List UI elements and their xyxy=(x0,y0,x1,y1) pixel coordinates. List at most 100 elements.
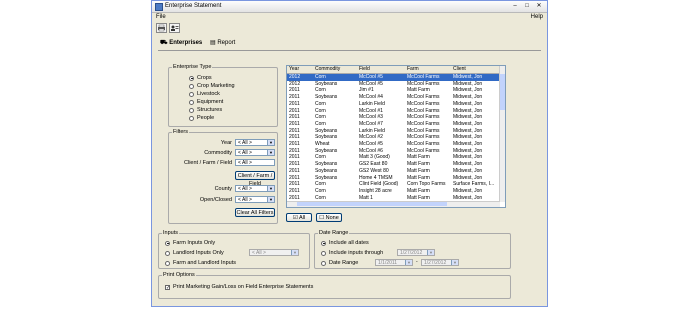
group-label: Inputs xyxy=(162,230,179,236)
radio-label: Crops xyxy=(197,75,212,81)
menu-help[interactable]: Help xyxy=(531,14,543,20)
from-date-picker[interactable]: 1/1/2011 ▼ xyxy=(375,259,413,266)
county-select[interactable]: < All > ▼ xyxy=(235,185,275,192)
printer-icon xyxy=(158,24,165,32)
horizontal-scrollbar[interactable] xyxy=(287,201,500,207)
tab-enterprises[interactable]: ⛟ Enterprises xyxy=(158,38,205,49)
radio-dot xyxy=(321,240,326,246)
radio-crop-marketing[interactable]: Crop Marketing xyxy=(189,83,235,89)
chevron-down-icon: ▼ xyxy=(267,150,274,155)
checkbox-box: ✓ xyxy=(165,284,171,291)
table-row[interactable]: 2012 Soybeans McCool #5 McCool Farms Midwest… xyxy=(287,81,501,88)
radio-label: Structures xyxy=(197,107,223,113)
radio-landlord-inputs-only[interactable]: Landlord Inputs Only xyxy=(165,250,224,256)
radio-dot xyxy=(321,260,326,266)
button-label: All xyxy=(299,215,306,221)
table-row[interactable]: 2012 Corn McCool #5 McCool Farms Midwest, Jo… xyxy=(287,74,501,81)
close-button[interactable]: ✕ xyxy=(533,2,545,10)
user-button[interactable] xyxy=(169,23,180,33)
radio-dot xyxy=(165,260,170,266)
radio-date-range[interactable]: Date Range xyxy=(321,260,358,266)
radio-include-all-dates[interactable]: Include all dates xyxy=(321,240,369,246)
table-row[interactable]: 2011 Soybeans Larkin Field McCool Farms Midw… xyxy=(287,128,501,135)
tab-label: Enterprises xyxy=(169,40,203,46)
filters-group: Filters Year < All > ▼ Commodity < All > ▼… xyxy=(168,129,278,224)
year-label: Year xyxy=(220,140,232,146)
date-value: 1/27/2012 xyxy=(400,250,423,256)
table-row[interactable]: 2011 Corn Insight 28 acre Matt Farm Midwest,… xyxy=(287,188,501,195)
tab-strip: ⛟ Enterprises ▤ Report xyxy=(158,38,541,51)
clear-all-filters-button[interactable]: Clear All Filters xyxy=(235,208,275,217)
table-row[interactable]: 2011 Wheat McCool #5 McCool Farms Midwest, J… xyxy=(287,141,501,148)
scroll-thumb[interactable] xyxy=(297,202,447,206)
radio-structures[interactable]: Structures xyxy=(189,107,222,113)
open-closed-select[interactable]: < All > ▼ xyxy=(235,196,275,203)
table-row[interactable]: 2011 Soybeans McCool #6 McCool Farms Midwest… xyxy=(287,148,501,155)
to-date-picker[interactable]: 1/27/2012 ▼ xyxy=(421,259,459,266)
enterprises-tab-icon: ⛟ xyxy=(160,40,168,46)
group-label: Date Range xyxy=(318,230,350,236)
radio-dot xyxy=(189,115,194,121)
scroll-thumb[interactable] xyxy=(500,74,505,110)
open-closed-label: Open/Closed xyxy=(199,197,232,203)
table-row[interactable]: 2011 Corn McCool #3 McCool Farms Midwest, Jo… xyxy=(287,114,501,121)
menu-file[interactable]: File xyxy=(156,14,166,20)
radio-dot xyxy=(189,75,194,81)
table-row[interactable]: 2011 Corn McCool #7 McCool Farms Midwest, Jo… xyxy=(287,121,501,128)
select-value: < All > xyxy=(252,250,266,256)
radio-label: Include inputs through xyxy=(329,250,384,256)
commodity-select[interactable]: < All > ▼ xyxy=(235,149,275,156)
table-row[interactable]: 2011 Soybeans GS2 East 80 Matt Farm Midwest,… xyxy=(287,161,501,168)
table-row[interactable]: 2011 Soybeans Home 4 TMSM Matt Farm Midwest,… xyxy=(287,175,501,182)
radio-label: Livestock xyxy=(197,91,220,97)
table-row[interactable]: 2011 Corn McCool #1 McCool Farms Midwest, Jo… xyxy=(287,108,501,115)
radio-livestock[interactable]: Livestock xyxy=(189,91,220,97)
column-header-commodity[interactable]: Commodity xyxy=(315,66,359,73)
radio-farm-and-landlord-inputs[interactable]: Farm and Landlord Inputs xyxy=(165,260,236,266)
landlord-select[interactable]: < All > ▼ xyxy=(249,249,299,256)
client-farm-field-button[interactable]: Client / Farm / Field xyxy=(235,171,275,187)
radio-farm-inputs-only[interactable]: Farm Inputs Only xyxy=(165,240,215,246)
radio-people[interactable]: People xyxy=(189,115,214,121)
chevron-down-icon: ▼ xyxy=(267,197,274,202)
radio-equipment[interactable]: Equipment xyxy=(189,99,223,105)
county-label: County xyxy=(214,186,232,192)
calendar-dropdown-icon: ▼ xyxy=(451,260,458,265)
group-label: Enterprise Type xyxy=(172,64,213,70)
minimize-button[interactable]: – xyxy=(509,2,521,10)
checkbox-label: Print Marketing Gain/Loss on Field Enter… xyxy=(173,284,314,290)
table-row[interactable]: 2011 Soybeans GS2 West 80 Matt Farm Midwest,… xyxy=(287,168,501,175)
radio-include-inputs-through[interactable]: Include inputs through xyxy=(321,250,383,256)
print-button[interactable] xyxy=(156,23,167,33)
group-label: Filters xyxy=(172,129,189,135)
radio-label: Farm and Landlord Inputs xyxy=(173,260,236,266)
table-row[interactable]: 2011 Corn Clint Field (Good) Corn Topo Farm… xyxy=(287,181,501,188)
chevron-down-icon: ▼ xyxy=(291,250,298,255)
table-row[interactable]: 2011 Soybeans McCool #4 McCool Farms Midwest… xyxy=(287,94,501,101)
table-row[interactable]: 2011 Corn Larkin Field McCool Farms Midwest,… xyxy=(287,101,501,108)
vertical-scrollbar[interactable] xyxy=(499,66,505,202)
select-all-button[interactable]: ☑ All xyxy=(286,213,312,222)
tab-report[interactable]: ▤ Report xyxy=(208,38,237,49)
radio-label: Crop Marketing xyxy=(197,83,235,89)
year-select[interactable]: < All > ▼ xyxy=(235,139,275,146)
through-date-picker[interactable]: 1/27/2012 ▼ xyxy=(397,249,435,256)
column-header-farm[interactable]: Farm xyxy=(407,66,451,73)
enterprise-statement-window: Enterprise Statement – □ ✕ File Help ⛟ E… xyxy=(151,0,548,307)
select-value: < All > xyxy=(238,186,252,192)
maximize-button[interactable]: □ xyxy=(521,2,533,10)
column-header-field[interactable]: Field xyxy=(359,66,405,73)
date-value: 1/27/2012 xyxy=(424,260,447,266)
print-marketing-gain-loss-checkbox[interactable]: ✓ Print Marketing Gain/Loss on Field Ente… xyxy=(165,284,313,290)
report-tab-icon: ▤ xyxy=(210,40,216,46)
column-header-client[interactable]: Client xyxy=(453,66,499,73)
radio-dot xyxy=(189,91,194,97)
table-row[interactable]: 2011 Soybeans McCool #2 McCool Farms Midwest… xyxy=(287,134,501,141)
table-row[interactable]: 2011 Corn Jim #1 Matt Farm Midwest, Jon xyxy=(287,87,501,94)
radio-crops[interactable]: Crops xyxy=(189,75,212,81)
table-row[interactable]: 2011 Corn Matt 3 (Good) Matt Farm Midwest, J… xyxy=(287,154,501,161)
enterprise-grid[interactable]: Year Commodity Field Farm Client 2012 Cor… xyxy=(286,65,506,208)
calendar-dropdown-icon: ▼ xyxy=(405,260,412,265)
calendar-dropdown-icon: ▼ xyxy=(427,250,434,255)
select-none-button[interactable]: ☐ None xyxy=(316,213,342,222)
